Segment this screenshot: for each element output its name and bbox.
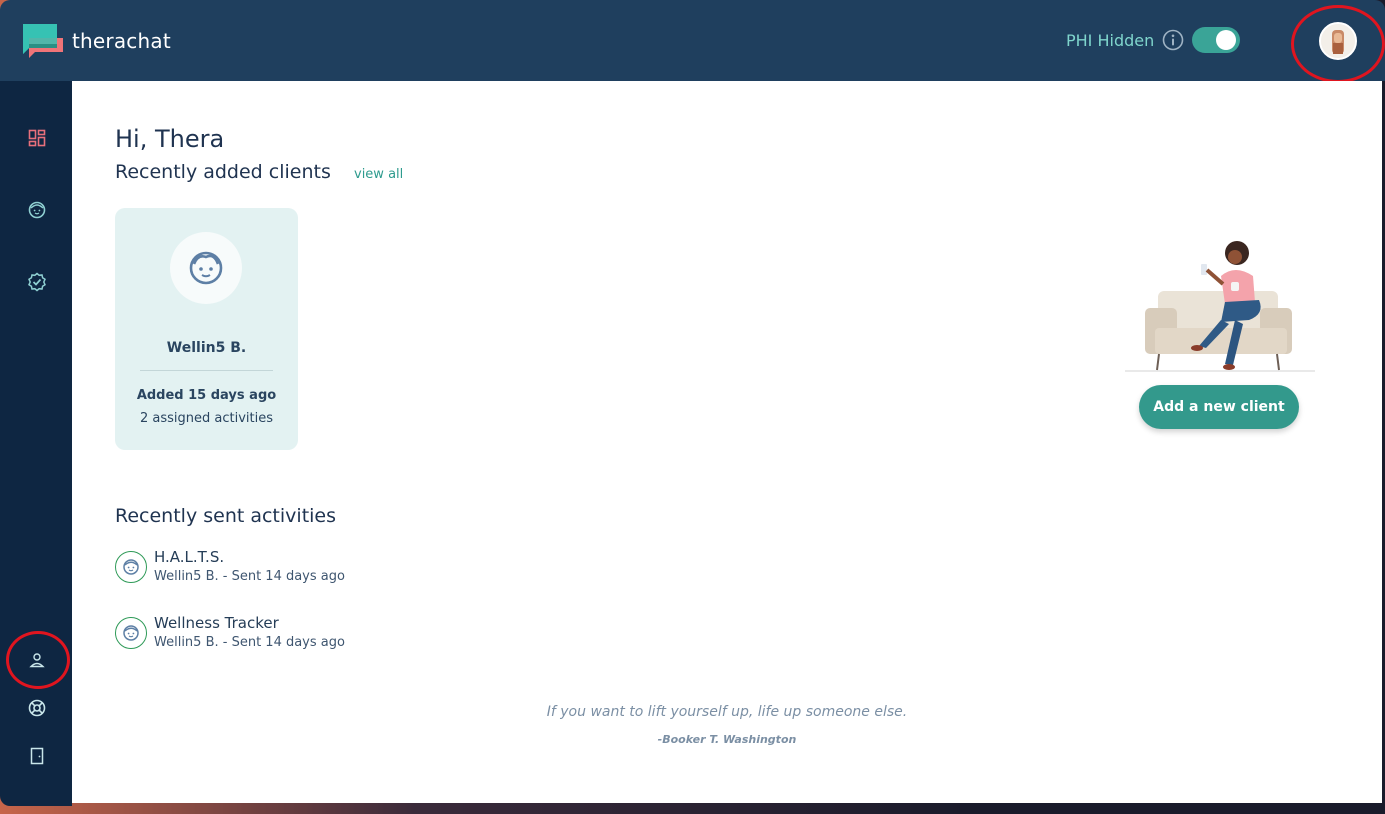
- client-name: Wellin5 B.: [166, 340, 247, 356]
- dashboard-icon[interactable]: [26, 127, 48, 149]
- top-bar: therachat PHI Hidden: [0, 0, 1385, 81]
- recent-clients-heading: Recently added clients: [115, 161, 331, 183]
- page-greeting: Hi, Thera: [115, 125, 225, 153]
- phi-control: PHI Hidden: [1066, 27, 1241, 53]
- main-content: Hi, Thera Recently added clients view al…: [72, 81, 1382, 803]
- activity-title: H.A.L.T.S.: [154, 548, 225, 566]
- client-face-icon: [115, 617, 147, 649]
- woman-on-couch-illustration: [1125, 236, 1315, 376]
- app-name: therachat: [72, 29, 171, 53]
- user-avatar-button[interactable]: [1319, 22, 1357, 60]
- lifebuoy-icon[interactable]: [26, 697, 48, 719]
- view-all-link[interactable]: view all: [354, 167, 403, 182]
- avatar: [1319, 22, 1357, 60]
- brand[interactable]: therachat: [19, 22, 171, 60]
- client-added-date: Added 15 days ago: [136, 388, 277, 403]
- info-icon[interactable]: [1162, 29, 1184, 51]
- recent-activities-heading: Recently sent activities: [115, 505, 337, 527]
- quote-text: If you want to lift yourself up, life up…: [546, 704, 908, 720]
- activity-subtitle: Wellin5 B. - Sent 14 days ago: [154, 635, 345, 650]
- client-card[interactable]: Wellin5 B. Added 15 days ago 2 assigned …: [115, 208, 298, 450]
- activity-subtitle: Wellin5 B. - Sent 14 days ago: [154, 569, 345, 584]
- client-face-icon: [189, 251, 223, 285]
- phi-label: PHI Hidden: [1066, 30, 1155, 50]
- add-new-client-button[interactable]: Add a new client: [1139, 385, 1299, 429]
- therachat-logo-icon: [19, 22, 65, 60]
- sidebar: [0, 81, 72, 806]
- clients-face-icon[interactable]: [26, 199, 48, 221]
- logout-door-icon[interactable]: [26, 745, 48, 767]
- client-activity-count: 2 assigned activities: [139, 411, 273, 426]
- badge-check-icon[interactable]: [26, 271, 48, 293]
- activity-item[interactable]: H.A.L.T.S. Wellin5 B. - Sent 14 days ago: [115, 548, 345, 584]
- client-face-icon: [115, 551, 147, 583]
- divider: [140, 370, 273, 371]
- toggle-knob: [1216, 30, 1237, 50]
- activity-title: Wellness Tracker: [154, 614, 279, 632]
- user-profile-icon[interactable]: [26, 649, 48, 671]
- activity-item[interactable]: Wellness Tracker Wellin5 B. - Sent 14 da…: [115, 614, 345, 650]
- client-avatar: [170, 232, 242, 304]
- app-window: therachat PHI Hidden Hi, Thera Recently …: [0, 0, 1385, 806]
- phi-toggle[interactable]: [1192, 27, 1241, 53]
- quote-author: -Booker T. Washington: [657, 733, 797, 746]
